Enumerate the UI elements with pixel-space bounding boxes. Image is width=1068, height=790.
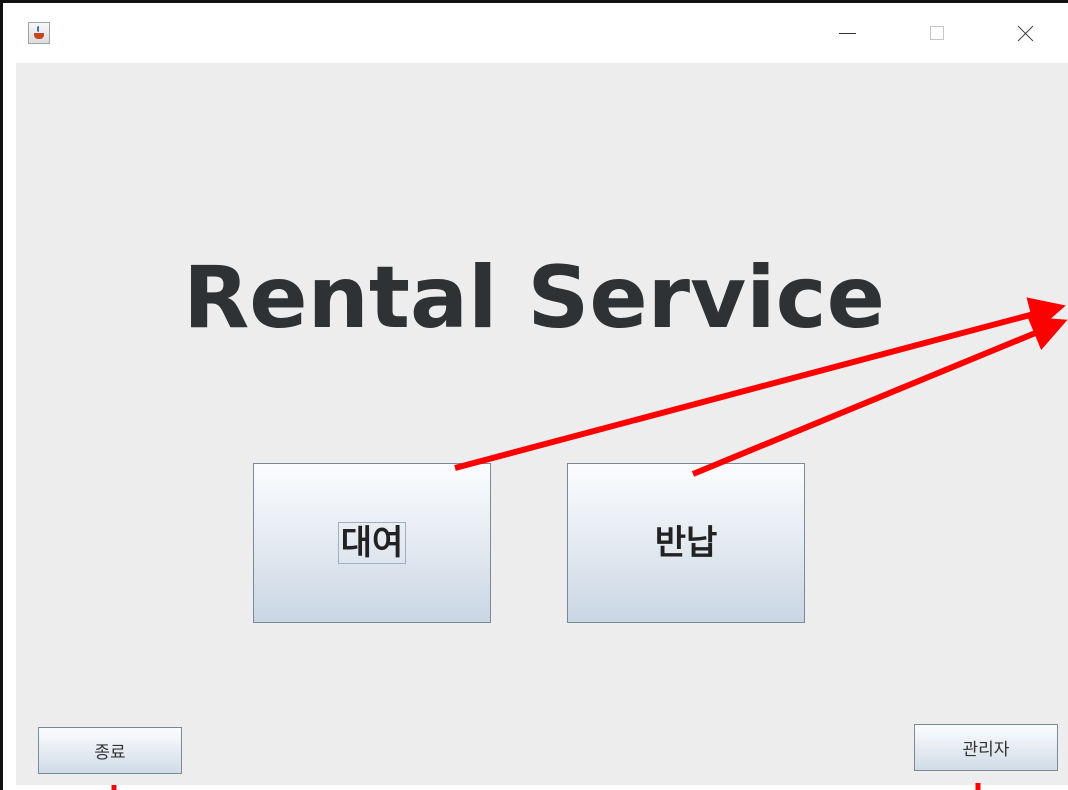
java-cup-icon[interactable] xyxy=(28,22,50,44)
admin-button[interactable]: 관리자 xyxy=(914,724,1058,771)
return-button[interactable]: 반납 xyxy=(567,463,805,623)
title-bar[interactable] xyxy=(3,3,1068,63)
minimize-icon[interactable] xyxy=(825,13,871,53)
content-panel xyxy=(16,63,1068,785)
exit-button[interactable]: 종료 xyxy=(38,727,182,774)
rent-button[interactable]: 대여 xyxy=(253,463,491,623)
return-button-label: 반납 xyxy=(654,523,718,563)
rent-button-label: 대여 xyxy=(337,522,407,564)
maximize-icon[interactable] xyxy=(915,13,961,53)
close-icon[interactable] xyxy=(1003,13,1049,53)
page-title: Rental Service xyxy=(183,248,885,348)
window-bottom-border xyxy=(3,785,1068,790)
window-left-border xyxy=(3,63,16,785)
